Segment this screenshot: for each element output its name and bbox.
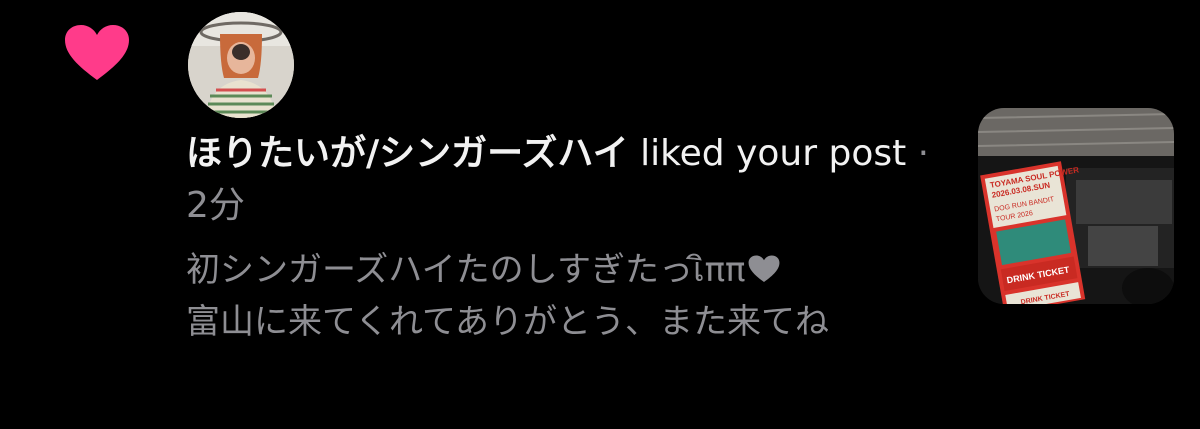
- notification-headline: ほりたいが/シンガーズハイ liked your post · 2分: [186, 128, 946, 232]
- user-avatar[interactable]: [188, 12, 294, 118]
- small-heart-icon: [748, 255, 779, 283]
- username[interactable]: ほりたいが/シンガーズハイ: [186, 133, 629, 174]
- notification-text[interactable]: ほりたいが/シンガーズハイ liked your post · 2分 初シンガー…: [186, 128, 946, 348]
- thumbnail-image: TOYAMA SOUL POWER 2026.03.08.SUN DOG RUN…: [978, 108, 1174, 304]
- comment-line-2: 富山に来てくれてありがとう、また来てね: [186, 302, 829, 342]
- comment-line-1: 初シンガーズハイたのしすぎたっ: [186, 250, 693, 290]
- action-text: liked your post: [628, 133, 907, 174]
- comment-emoticon: เิππ: [692, 250, 746, 290]
- heart-icon: [65, 25, 129, 80]
- avatar-image: [188, 12, 294, 118]
- separator: ·: [906, 133, 930, 174]
- post-thumbnail[interactable]: TOYAMA SOUL POWER 2026.03.08.SUN DOG RUN…: [978, 108, 1174, 304]
- comment-text: 初シンガーズハイたのしすぎたっเิππ 富山に来てくれてありがとう、また来てね: [186, 244, 946, 348]
- timestamp: 2分: [186, 185, 245, 226]
